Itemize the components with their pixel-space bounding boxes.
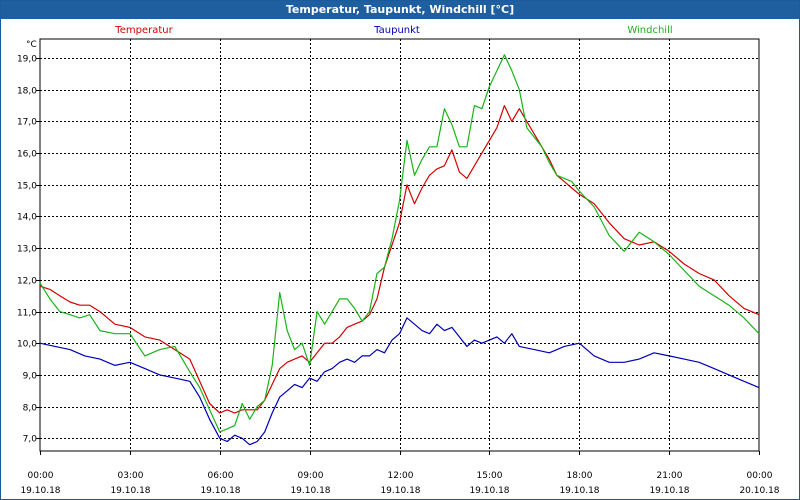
y-tick-label: 17,0 bbox=[17, 118, 37, 128]
x-tick-date: 19.10.18 bbox=[200, 486, 240, 496]
x-tick-time: 09:00 bbox=[298, 471, 324, 481]
series-line-temperatur bbox=[39, 104, 760, 414]
x-tick-date: 20.10.18 bbox=[739, 486, 779, 496]
y-tick-label: 8,0 bbox=[23, 404, 38, 414]
series-lines bbox=[39, 54, 760, 446]
y-tick-label: 7,0 bbox=[23, 435, 38, 445]
y-tick-label: 13,0 bbox=[17, 245, 37, 255]
axes bbox=[36, 38, 760, 455]
x-tick-date: 19.10.18 bbox=[380, 486, 420, 496]
y-tick-label: 10,0 bbox=[17, 340, 37, 350]
y-tick-label: 18,0 bbox=[17, 87, 37, 97]
y-tick-label: 9,0 bbox=[23, 372, 38, 382]
x-tick-time: 18:00 bbox=[567, 471, 593, 481]
x-tick-date: 19.10.18 bbox=[559, 486, 599, 496]
chart-canvas: 19,0 18,0 17,0 16,0 15,0 14,0 13,0 12,0 11,0 10,0… bbox=[17, 25, 780, 496]
legend: Temperatur Taupunkt Windchill bbox=[114, 25, 672, 36]
y-tick-label: 14,0 bbox=[17, 213, 37, 223]
y-tick-label: 11,0 bbox=[17, 309, 37, 319]
x-tick-date: 19.10.18 bbox=[110, 486, 150, 496]
legend-taupunkt: Taupunkt bbox=[373, 25, 420, 36]
y-tick-label: 16,0 bbox=[17, 150, 37, 160]
y-unit-label: °C bbox=[26, 40, 37, 50]
x-tick-date: 19.10.18 bbox=[469, 486, 509, 496]
x-tick-time: 06:00 bbox=[208, 471, 234, 481]
y-tick-label: 12,0 bbox=[17, 277, 37, 287]
grid-lines bbox=[40, 39, 759, 451]
series-line-windchill bbox=[39, 54, 760, 433]
x-tick-labels: 00:00 19.10.18 03:00 19.10.18 06:00 19.10.18 0… bbox=[20, 471, 779, 496]
x-tick-time: 15:00 bbox=[477, 471, 503, 481]
x-tick-time: 03:00 bbox=[118, 471, 144, 481]
x-tick-date: 19.10.18 bbox=[649, 486, 689, 496]
x-tick-date: 19.10.18 bbox=[290, 486, 330, 496]
x-tick-time: 21:00 bbox=[657, 471, 683, 481]
x-tick-time: 12:00 bbox=[388, 471, 414, 481]
x-tick-date: 19.10.18 bbox=[20, 486, 60, 496]
y-tick-label: 19,0 bbox=[17, 55, 37, 65]
y-tick-labels: 19,0 18,0 17,0 16,0 15,0 14,0 13,0 12,0 11,0 10,0… bbox=[17, 55, 37, 445]
x-tick-time: 00:00 bbox=[28, 471, 54, 481]
legend-windchill: Windchill bbox=[627, 25, 672, 36]
x-tick-time: 00:00 bbox=[747, 471, 773, 481]
y-tick-label: 15,0 bbox=[17, 182, 37, 192]
legend-temperatur: Temperatur bbox=[114, 25, 173, 36]
plot-frame bbox=[39, 38, 760, 452]
